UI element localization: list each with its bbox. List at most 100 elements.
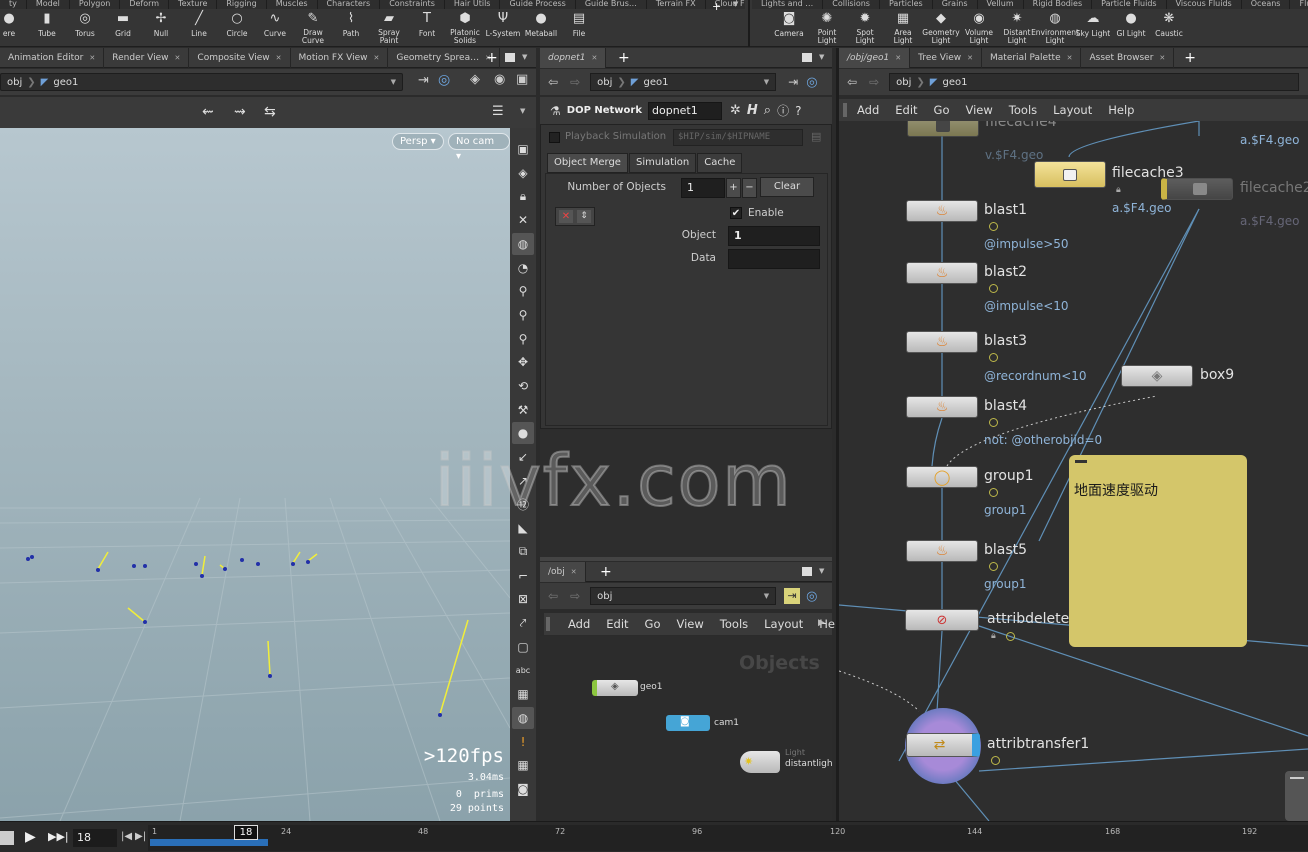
pin-icon[interactable]: ⇥ [418, 73, 429, 88]
bulb-icon[interactable]: ⚲ [512, 280, 534, 302]
forward-icon[interactable]: ⇨ [869, 75, 879, 89]
num-objects-field[interactable]: 1 [681, 178, 725, 198]
menu-layout[interactable]: Layout [1045, 103, 1100, 117]
right-path-field[interactable]: obj ❯ ◤ geo1 [889, 73, 1300, 91]
blast3-node[interactable]: ♨ [906, 331, 978, 353]
current-frame-marker[interactable]: 18 [234, 825, 258, 840]
path-dropdown-icon[interactable]: ▼ [764, 592, 769, 600]
blast2-node[interactable]: ♨ [906, 262, 978, 284]
menu-view[interactable]: View [958, 103, 1001, 117]
menu-edit[interactable]: Edit [887, 103, 925, 117]
geo1-node[interactable]: ◈ [592, 680, 638, 696]
tab-obj[interactable]: /obj ✕ [540, 561, 586, 582]
shelf-tab-guide-process[interactable]: Guide Process [500, 0, 576, 9]
path-obj[interactable]: obj [7, 77, 22, 88]
pane-splitter[interactable] [540, 557, 832, 561]
camera-view-icon[interactable]: ◉ [494, 72, 505, 87]
param-tab-object-merge[interactable]: Object Merge [547, 153, 628, 173]
object-icon[interactable]: ◈ [470, 72, 480, 87]
transform-tool-icon[interactable]: ⇆ [264, 104, 276, 120]
corner-icon[interactable]: ⌐ [512, 565, 534, 587]
shelf-tab-grains[interactable]: Grains [933, 0, 978, 9]
blast1-flag[interactable] [989, 222, 998, 231]
jump-end-button[interactable]: ▶▶| [48, 830, 69, 843]
path-obj[interactable]: obj [597, 591, 612, 602]
pane-menu-icon[interactable]: ▼ [819, 567, 824, 575]
tab-tree-view[interactable]: Tree View ✕ [910, 47, 983, 68]
render-icon[interactable]: ▣ [516, 72, 528, 87]
tool-tube[interactable]: ▮ Tube [28, 11, 66, 45]
pin-icon[interactable]: ⇥ [788, 75, 798, 89]
tab-animation-editor[interactable]: Animation Editor ✕ [0, 47, 105, 68]
step-back-button[interactable]: |◀ [121, 831, 132, 842]
rotate-icon[interactable]: ⟲ [512, 375, 534, 397]
param-tab-simulation[interactable]: Simulation [628, 153, 697, 173]
blast1-node[interactable]: ♨ [906, 200, 978, 222]
path-geo[interactable]: geo1 [942, 77, 967, 88]
shelf-menu-icon[interactable]: ▼ [733, 0, 738, 8]
tool-volume-light[interactable]: ◉ Volume Light [960, 11, 998, 45]
shelf-tab-fluid-conta[interactable]: Fluid Conta… [1290, 0, 1308, 9]
tool-circle[interactable]: ○ Circle [218, 11, 256, 45]
help-icon[interactable]: ? [795, 104, 801, 118]
tool-file[interactable]: ▤ File [560, 11, 598, 45]
path-dropdown-icon[interactable]: ▼ [764, 78, 769, 86]
filecache3-node[interactable] [1034, 161, 1106, 188]
add-tab-icon[interactable]: + [600, 564, 612, 580]
network-overview-toggle[interactable] [1285, 771, 1308, 821]
tool-curve[interactable]: ∿ Curve [256, 11, 294, 45]
display-icon[interactable]: ◍ [512, 232, 534, 255]
info-icon[interactable]: ⓘ [777, 102, 789, 119]
tool-environment-light[interactable]: ◍ Environment Light [1031, 11, 1079, 45]
frame-field[interactable]: 18 [73, 829, 117, 847]
sticky-collapse-icon[interactable] [1075, 460, 1087, 463]
shelf-tab-lights-and[interactable]: Lights and … [752, 0, 824, 9]
cache-path-field[interactable]: $HIP/sim/$HIPNAME [673, 129, 803, 146]
tool-grid[interactable]: ▬ Grid [104, 11, 142, 45]
tab-composite-view[interactable]: Composite View ✕ [189, 47, 291, 68]
file-browse-icon[interactable]: ▤ [811, 130, 821, 143]
menu-overflow-icon[interactable]: ▶ [818, 618, 825, 628]
light-icon[interactable]: ◔ [512, 257, 534, 279]
clear-button[interactable]: Clear [760, 177, 814, 197]
link-icon[interactable]: ◎ [806, 75, 817, 90]
tab-render-view[interactable]: Render View ✕ [104, 47, 190, 68]
tool-spray-paint[interactable]: ▰ Spray Paint [370, 11, 408, 45]
text-icon[interactable]: abc [512, 659, 534, 681]
attribdelete-flag[interactable] [1006, 632, 1015, 641]
shelf-tab-oceans[interactable]: Oceans [1242, 0, 1291, 9]
close-tab-icon[interactable]: ✕ [591, 48, 597, 68]
reorder-instance-icon[interactable]: ⇕ [577, 210, 591, 223]
shelf-tab-characters[interactable]: Characters [318, 0, 381, 9]
menu-add[interactable]: Add [560, 617, 598, 631]
camera-icon[interactable]: ◙ [512, 778, 534, 800]
object-field[interactable]: 1 [728, 226, 820, 246]
attribtransfer-node[interactable]: ⇄ [906, 733, 980, 757]
path-geo[interactable]: geo1 [53, 77, 78, 88]
tool-metaball[interactable]: ● Metaball [522, 11, 560, 45]
x-ray-icon[interactable]: ✕ [512, 209, 534, 231]
link-icon[interactable]: ◎ [806, 589, 817, 604]
sop-network-editor[interactable]: filecache4 v.$F4.geo filecache3 🔒︎ a.$F4… [839, 121, 1308, 821]
shelf-tab-collisions[interactable]: Collisions [823, 0, 880, 9]
add-tab-icon[interactable]: + [618, 50, 630, 66]
grid-icon[interactable]: ▦ [512, 683, 534, 705]
shelf-tab-polygon[interactable]: Polygon [70, 0, 121, 9]
tool-camera[interactable]: ◙ Camera [770, 11, 808, 45]
viewport-menu-icon[interactable]: ▼ [520, 107, 525, 115]
group1-flag[interactable] [989, 488, 998, 497]
tool-line[interactable]: ╱ Line [180, 11, 218, 45]
copy-icon[interactable]: ⧉ [512, 541, 534, 563]
close-tab-icon[interactable]: ✕ [175, 48, 181, 68]
left-path-field[interactable]: obj ❯ ◤ geo1 ▼ [0, 73, 403, 91]
shelf-tab-texture[interactable]: Texture [169, 0, 218, 9]
tool-draw-curve[interactable]: ✎ Draw Curve [294, 11, 332, 45]
pane-layout-icon[interactable] [802, 567, 812, 576]
handle-tool-icon[interactable]: ⇜ [202, 104, 214, 120]
tool-point-light[interactable]: ✺ Point Light [808, 11, 846, 45]
blast2-flag[interactable] [989, 284, 998, 293]
tool-path[interactable]: ⌇ Path [332, 11, 370, 45]
menu-layout[interactable]: Layout [756, 617, 811, 631]
blast5-node[interactable]: ♨ [906, 540, 978, 562]
tab-asset-browser[interactable]: Asset Browser ✕ [1081, 47, 1175, 68]
